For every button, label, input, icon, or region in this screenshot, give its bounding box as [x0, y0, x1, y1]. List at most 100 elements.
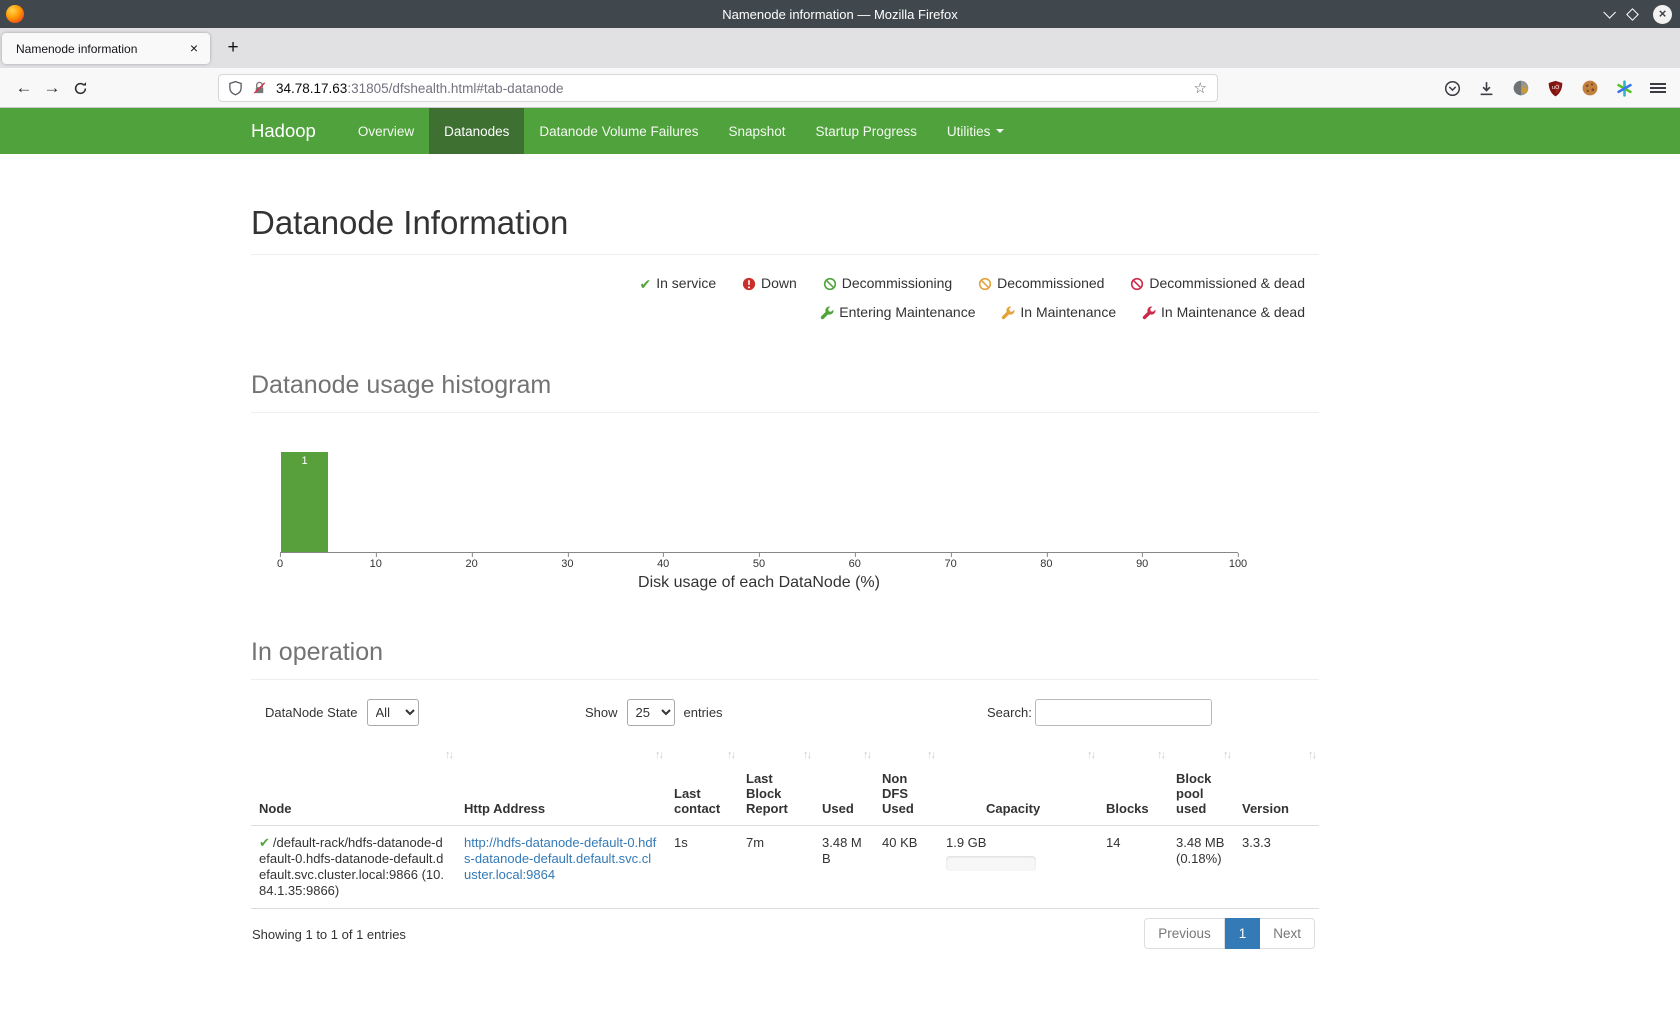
- window-minimize-icon[interactable]: [1603, 6, 1616, 19]
- legend-decommissioned: Decommissioned: [978, 275, 1108, 291]
- new-tab-button[interactable]: +: [220, 36, 246, 62]
- col-header-non-dfs-used[interactable]: ↑↓Non DFS Used: [874, 745, 938, 826]
- ublock-origin-icon[interactable]: uO: [1547, 80, 1564, 97]
- bookmark-star-icon[interactable]: ☆: [1194, 79, 1207, 97]
- ban-icon: [978, 270, 992, 298]
- entries-label: entries: [684, 705, 723, 720]
- datanode-table: ↑↓Node ↑↓Http Address ↑↓Last contact ↑↓L…: [251, 745, 1319, 909]
- page-title: Datanode Information: [251, 204, 1319, 242]
- x-tick: 90: [1136, 558, 1148, 570]
- table-controls: DataNode State All Show 25 entries Searc…: [251, 699, 1319, 729]
- legend-in-service: ✔In service: [639, 275, 720, 291]
- histogram-x-axis: 0 10 20 30 40 50 60 70 80 90 100: [280, 553, 1238, 573]
- hadoop-navbar: Hadoop Overview Datanodes Datanode Volum…: [0, 108, 1680, 154]
- insecure-lock-icon[interactable]: [252, 80, 267, 96]
- col-header-block-pool-used[interactable]: ↑↓Block pool used: [1168, 745, 1234, 826]
- tab-strip: Namenode information × +: [0, 28, 1680, 68]
- search-input[interactable]: [1035, 699, 1212, 726]
- navbar-brand[interactable]: Hadoop: [251, 108, 330, 154]
- col-header-version[interactable]: ↑↓Version: [1234, 745, 1319, 826]
- url-host: 34.78.17.63: [276, 81, 347, 96]
- cell-version: 3.3.3: [1234, 826, 1319, 909]
- reload-icon[interactable]: [66, 78, 94, 98]
- check-icon: ✔: [259, 835, 270, 850]
- wrench-icon: [1142, 299, 1156, 327]
- legend-in-maintenance: In Maintenance: [1001, 304, 1120, 320]
- sort-icon[interactable]: ↑↓: [445, 749, 452, 761]
- next-page-button[interactable]: Next: [1260, 918, 1315, 949]
- show-entries-select[interactable]: 25: [627, 699, 675, 726]
- col-header-blocks[interactable]: ↑↓Blocks: [1098, 745, 1168, 826]
- table-footer: Showing 1 to 1 of 1 entries Previous 1 N…: [251, 918, 1319, 958]
- x-tick: 0: [277, 558, 283, 570]
- nav-item-datanode-volume-failures[interactable]: Datanode Volume Failures: [524, 108, 713, 154]
- page-1-button[interactable]: 1: [1225, 918, 1261, 949]
- col-header-capacity[interactable]: ↑↓Capacity: [938, 745, 1098, 826]
- cell-last-block-report: 7m: [738, 826, 814, 909]
- legend-down: Down: [742, 275, 801, 291]
- nav-item-datanodes[interactable]: Datanodes: [429, 108, 524, 154]
- capacity-progress-bar: [946, 856, 1036, 871]
- histogram-section-title: Datanode usage histogram: [251, 371, 1319, 400]
- sort-icon[interactable]: ↑↓: [1223, 749, 1230, 761]
- datanode-usage-histogram: 1 0 10 20 30 40 50 60 70 80 90 100 Disk …: [251, 413, 1319, 592]
- menu-hamburger-icon[interactable]: [1650, 81, 1666, 95]
- col-header-used[interactable]: ↑↓Used: [814, 745, 874, 826]
- nav-item-utilities[interactable]: Utilities: [932, 108, 1020, 154]
- svg-text:uO: uO: [1552, 85, 1560, 91]
- nav-item-startup-progress[interactable]: Startup Progress: [801, 108, 932, 154]
- legend-decommissioning: Decommissioning: [823, 275, 956, 291]
- datanode-state-select[interactable]: All: [367, 699, 419, 726]
- cell-block-pool-used: 3.48 MB (0.18%): [1168, 826, 1234, 909]
- entries-summary: Showing 1 to 1 of 1 entries: [252, 927, 406, 942]
- window-close-icon[interactable]: ×: [1653, 5, 1672, 24]
- pocket-icon[interactable]: [1444, 80, 1461, 97]
- window-maximize-icon[interactable]: [1626, 8, 1639, 21]
- url-text[interactable]: 34.78.17.63:31805/dfshealth.html#tab-dat…: [276, 81, 1194, 96]
- tab-close-icon[interactable]: ×: [184, 39, 204, 59]
- tab-title: Namenode information: [16, 42, 184, 56]
- x-tick: 40: [657, 558, 669, 570]
- x-tick: 50: [753, 558, 765, 570]
- sort-icon[interactable]: ↑↓: [727, 749, 734, 761]
- back-icon[interactable]: ←: [10, 78, 38, 98]
- downloads-icon[interactable]: [1478, 80, 1495, 97]
- previous-page-button[interactable]: Previous: [1144, 918, 1225, 949]
- col-header-last-contact[interactable]: ↑↓Last contact: [666, 745, 738, 826]
- wrench-icon: [820, 299, 834, 327]
- sort-icon[interactable]: ↑↓: [1157, 749, 1164, 761]
- pagination: Previous 1 Next: [1144, 918, 1315, 949]
- cell-capacity: 1.9 GB: [938, 826, 1098, 909]
- sort-icon[interactable]: ↑↓: [1087, 749, 1094, 761]
- cell-non-dfs-used: 40 KB: [874, 826, 938, 909]
- x-tick: 100: [1229, 558, 1247, 570]
- nav-item-snapshot[interactable]: Snapshot: [713, 108, 800, 154]
- sort-icon[interactable]: ↑↓: [863, 749, 870, 761]
- legend-decommissioned-dead: Decommissioned & dead: [1130, 275, 1305, 291]
- cell-last-contact: 1s: [666, 826, 738, 909]
- table-row: ✔/default-rack/hdfs-datanode-default-0.h…: [251, 826, 1319, 909]
- cell-node: ✔/default-rack/hdfs-datanode-default-0.h…: [251, 826, 456, 909]
- sort-icon[interactable]: ↑↓: [655, 749, 662, 761]
- url-bar[interactable]: 34.78.17.63:31805/dfshealth.html#tab-dat…: [218, 74, 1218, 102]
- sort-icon[interactable]: ↑↓: [803, 749, 810, 761]
- url-path: :31805/dfshealth.html#tab-datanode: [347, 81, 563, 96]
- bar-value-label: 1: [301, 453, 307, 467]
- shield-icon[interactable]: [228, 80, 243, 96]
- cookie-icon[interactable]: [1581, 79, 1599, 97]
- histogram-plot-area: 1: [280, 453, 1238, 553]
- sort-icon[interactable]: ↑↓: [1308, 749, 1315, 761]
- col-header-last-block-report[interactable]: ↑↓Last Block Report: [738, 745, 814, 826]
- col-header-node[interactable]: ↑↓Node: [251, 745, 456, 826]
- tab-namenode-information[interactable]: Namenode information ×: [2, 33, 210, 64]
- wrench-icon: [1001, 299, 1015, 327]
- datanode-http-link[interactable]: http://hdfs-datanode-default-0.hdfs-data…: [464, 835, 656, 882]
- nav-item-overview[interactable]: Overview: [343, 108, 429, 154]
- ban-icon: [1130, 270, 1144, 298]
- col-header-http-address[interactable]: ↑↓Http Address: [456, 745, 666, 826]
- extension-icon[interactable]: [1512, 79, 1530, 97]
- check-icon: ✔: [639, 270, 651, 298]
- forward-icon[interactable]: →: [38, 78, 66, 98]
- pinwheel-extension-icon[interactable]: [1616, 80, 1633, 97]
- sort-icon[interactable]: ↑↓: [927, 749, 934, 761]
